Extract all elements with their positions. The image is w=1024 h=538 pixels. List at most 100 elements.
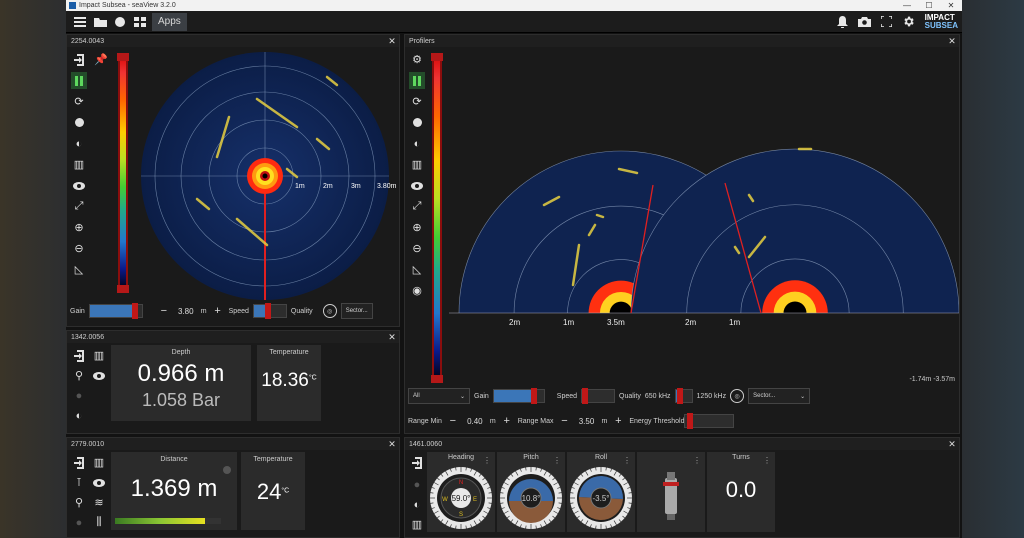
zoom-in-icon[interactable]: ⊕ <box>71 219 87 236</box>
folder-icon[interactable] <box>90 13 110 31</box>
palette-icon[interactable]: ▥ <box>91 454 107 471</box>
exit-icon[interactable] <box>409 454 425 471</box>
gain-slider-knob[interactable] <box>131 303 138 319</box>
zoom-out-icon[interactable]: ⊖ <box>409 240 425 257</box>
sonar-display[interactable]: 1m 2m 3m 3.80m <box>137 49 397 309</box>
measure-icon[interactable]: ◺ <box>409 261 425 278</box>
pause-icon[interactable] <box>409 72 425 89</box>
eye-icon[interactable] <box>91 474 107 491</box>
pressure-value: 1.058 Bar <box>141 390 221 410</box>
eye-icon[interactable] <box>71 177 87 194</box>
energy-threshold-slider[interactable] <box>684 413 735 429</box>
depth-temperature-card: Temperature 18.36°C <box>257 345 321 421</box>
palette-icon[interactable]: ▥ <box>409 516 425 533</box>
close-panel-button[interactable]: ✕ <box>385 439 399 450</box>
exit-icon[interactable] <box>71 51 87 68</box>
close-panel-button[interactable]: ✕ <box>945 439 959 450</box>
profiler-display[interactable]: 2m 1m 3.5m 2m 1m <box>449 125 959 325</box>
zoom-in-icon[interactable]: ⊕ <box>409 219 425 236</box>
fit-icon[interactable]: ⤢ <box>71 198 87 215</box>
depth-panel-header: 1342.0056 ✕ <box>67 331 399 343</box>
altimeter-temperature-card: Temperature 24°C <box>241 452 305 530</box>
settings-gear-icon[interactable]: ⚙ <box>409 51 425 68</box>
speed-label: Speed <box>556 392 578 400</box>
rotate-icon[interactable]: ⟳ <box>71 93 87 110</box>
sector-dropdown[interactable]: Sector... ⌄ <box>748 388 811 404</box>
frequency-slider-knob[interactable] <box>677 388 684 404</box>
gain-slider[interactable] <box>492 388 545 404</box>
sonar-sweep-icon[interactable]: ◐ <box>409 496 425 513</box>
ahrs-panel-header: 1461.0060 ✕ <box>405 438 959 450</box>
speed-slider-knob[interactable] <box>265 303 272 319</box>
bell-icon[interactable] <box>833 13 853 31</box>
record-icon[interactable] <box>71 114 87 131</box>
profiler-select[interactable]: All ⌄ <box>408 388 470 404</box>
more-icon[interactable]: ⋮ <box>483 456 491 465</box>
sensor-icon[interactable]: ⚲ <box>71 367 87 384</box>
close-panel-button[interactable]: ✕ <box>945 36 959 47</box>
record-icon[interactable] <box>409 114 425 131</box>
range-label: 3.5m <box>607 318 625 325</box>
palette-icon[interactable]: ▥ <box>91 347 107 364</box>
close-window-button[interactable]: ✕ <box>940 0 962 11</box>
transducer-blob <box>262 173 268 179</box>
sector-icon[interactable]: ◎ <box>730 389 745 403</box>
energy-threshold-knob[interactable] <box>687 413 694 429</box>
range-max-decrease-button[interactable]: − <box>558 414 572 428</box>
settings-gear-icon[interactable] <box>899 13 919 31</box>
fit-icon[interactable]: ⤢ <box>409 198 425 215</box>
gain-slider-knob[interactable] <box>530 388 537 404</box>
layout-icon[interactable] <box>130 13 150 31</box>
sonar-sweep-icon[interactable]: ◐ <box>409 135 425 152</box>
zoom-out-icon[interactable]: ⊖ <box>71 240 87 257</box>
target-icon[interactable]: ◉ <box>409 282 425 299</box>
range-value: 3.80 <box>178 306 194 316</box>
speed-slider[interactable] <box>252 303 287 319</box>
apps-button[interactable]: Apps <box>152 12 187 31</box>
camera-icon[interactable] <box>855 13 875 31</box>
palette-icon[interactable]: ▥ <box>71 156 87 173</box>
altimeter-icon[interactable]: ⊺ <box>71 474 87 491</box>
range-min-label: Range Min <box>408 417 442 425</box>
menu-icon[interactable] <box>70 13 90 31</box>
range-increase-button[interactable]: + <box>211 304 225 318</box>
range-decrease-button[interactable]: − <box>157 304 171 318</box>
measure-icon[interactable]: ◺ <box>71 261 87 278</box>
temperature-unit: °C <box>281 487 290 495</box>
eye-icon[interactable] <box>91 367 107 384</box>
fullscreen-icon[interactable] <box>877 13 897 31</box>
minimize-button[interactable]: — <box>896 0 918 11</box>
range-min-increase-button[interactable]: + <box>500 414 514 428</box>
sector-icon[interactable]: ◎ <box>322 304 337 318</box>
gain-slider[interactable] <box>88 303 143 319</box>
palette-icon[interactable]: ▥ <box>409 156 425 173</box>
exit-icon[interactable] <box>71 347 87 364</box>
maximize-button[interactable]: ☐ <box>918 0 940 11</box>
speed-slider-knob[interactable] <box>582 388 589 404</box>
pin-icon[interactable]: 📌 <box>93 51 109 68</box>
profiler-select-label: All <box>413 393 420 399</box>
eye-icon[interactable] <box>409 177 425 194</box>
frequency-slider[interactable] <box>674 388 693 404</box>
more-icon[interactable]: ⋮ <box>693 456 701 465</box>
sector-dropdown[interactable]: Sector... <box>340 303 373 319</box>
rotate-icon[interactable]: ⟳ <box>409 93 425 110</box>
exit-icon[interactable] <box>71 454 87 471</box>
equalizer-icon[interactable]: ⫼ <box>91 514 107 531</box>
speed-slider[interactable] <box>581 388 616 404</box>
more-icon[interactable]: ⋮ <box>763 456 771 465</box>
altimeter-device-id: 2779.0010 <box>71 440 105 448</box>
depth-device-id: 1342.0056 <box>71 333 105 341</box>
range-max-increase-button[interactable]: + <box>611 414 625 428</box>
close-panel-button[interactable]: ✕ <box>385 332 399 343</box>
record-icon[interactable] <box>110 13 130 31</box>
more-icon[interactable]: ⋮ <box>623 456 631 465</box>
close-panel-button[interactable]: ✕ <box>385 36 399 47</box>
sonar-sweep-icon[interactable]: ◐ <box>71 135 87 152</box>
more-icon[interactable]: ⋮ <box>553 456 561 465</box>
sonar-sweep-icon[interactable]: ◐ <box>71 407 87 424</box>
sensor-icon[interactable]: ⚲ <box>71 494 87 511</box>
range-min-decrease-button[interactable]: − <box>446 414 460 428</box>
pause-icon[interactable] <box>71 72 87 89</box>
waveform-icon[interactable]: ≋ <box>91 494 107 511</box>
